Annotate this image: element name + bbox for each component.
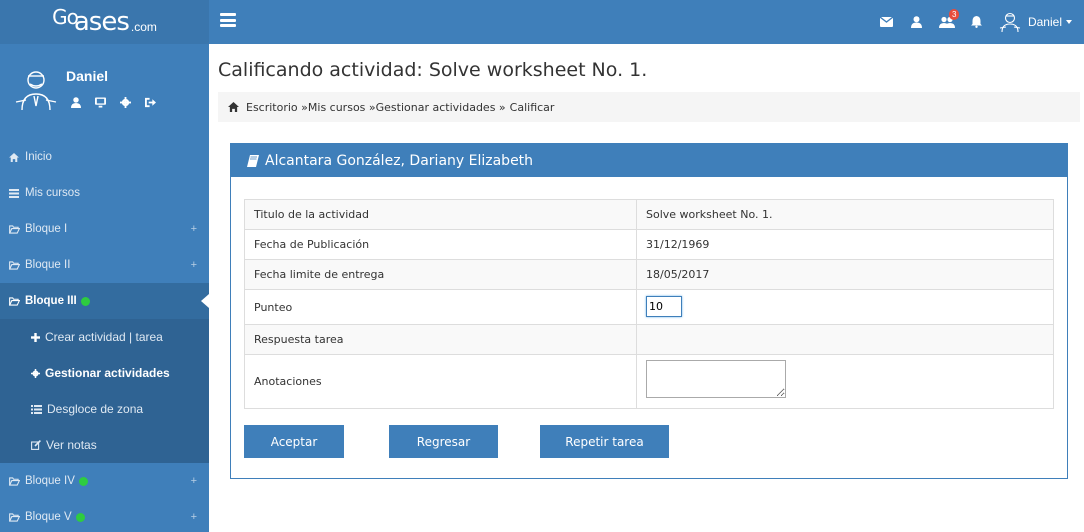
sidebar-item-mis-cursos[interactable]: Mis cursos <box>0 175 209 211</box>
sidebar-subitem-label: Crear actividad | tarea <box>45 330 163 344</box>
sidebar-subitem-gestionar-actividades[interactable]: Gestionar actividades <box>0 355 209 391</box>
avatar <box>15 71 57 111</box>
row-value <box>636 289 1054 325</box>
table-row: Punteo <box>244 289 1054 325</box>
annotations-textarea[interactable] <box>646 359 786 398</box>
row-value: 18/05/2017 <box>636 259 1054 290</box>
expand-icon[interactable]: + <box>191 475 197 487</box>
status-dot <box>75 512 85 522</box>
sidebar-subitem-label: Ver notas <box>46 438 97 452</box>
sidebar-item-label: Inicio <box>25 151 52 163</box>
sidebar-subitem-label: Desgloce de zona <box>47 402 144 416</box>
plus-icon <box>31 332 40 342</box>
sidebar-item-bloque-4[interactable]: Bloque IV + <box>0 463 209 499</box>
user-icon[interactable] <box>902 0 932 44</box>
table-row: Fecha limite de entrega 18/05/2017 <box>244 259 1054 290</box>
table-row: Titulo de la actividad Solve worksheet N… <box>244 199 1054 230</box>
status-dot <box>80 296 90 306</box>
sidebar-item-label: Bloque III <box>25 295 77 307</box>
breadcrumb-current: Calificar <box>509 100 555 114</box>
sidebar-subitem-label: Gestionar actividades <box>45 366 170 380</box>
panel-header: Alcantara González, Dariany Elizabeth <box>231 144 1067 177</box>
menu-toggle-button[interactable] <box>220 13 236 27</box>
folder-open-icon <box>9 296 21 306</box>
status-dot <box>78 476 88 486</box>
accept-button[interactable]: Aceptar <box>244 425 344 458</box>
avatar <box>999 12 1021 33</box>
sidebar-item-label: Mis cursos <box>25 187 80 199</box>
gear-icon <box>31 368 40 378</box>
breadcrumb-gestionar-actividades[interactable]: Gestionar actividades » <box>376 101 506 114</box>
breadcrumb-mis-cursos[interactable]: Mis cursos » <box>308 101 376 114</box>
bell-icon[interactable] <box>962 0 992 44</box>
sidebar-item-bloque-2[interactable]: Bloque II + <box>0 247 209 283</box>
score-input[interactable] <box>646 295 682 317</box>
sidebar-profile: Daniel <box>0 44 209 139</box>
top-navbar: Goases .com 3 Daniel <box>0 0 1084 44</box>
row-value: 31/12/1969 <box>636 229 1054 260</box>
list-icon <box>9 188 21 198</box>
activity-details-table: Titulo de la actividad Solve worksheet N… <box>244 199 1054 409</box>
top-icons: 3 Daniel <box>872 0 1072 44</box>
breadcrumb: Escritorio » Mis cursos » Gestionar acti… <box>218 92 1080 122</box>
user-icon[interactable] <box>70 97 81 108</box>
users-icon[interactable]: 3 <box>932 0 962 44</box>
sidebar-subitem-desgloce-zona[interactable]: Desgloce de zona <box>0 391 209 427</box>
sidebar-item-label: Bloque II <box>25 259 71 271</box>
row-value: Solve worksheet No. 1. <box>636 199 1054 230</box>
desktop-icon[interactable] <box>95 97 106 108</box>
row-label: Fecha limite de entrega <box>244 259 637 290</box>
sidebar-nav: Inicio Mis cursos Bloque I + Bloque II +… <box>0 139 209 532</box>
row-label: Fecha de Publicación <box>244 229 637 260</box>
sidebar-item-bloque-5[interactable]: Bloque V + <box>0 499 209 532</box>
sidebar-item-label: Bloque I <box>25 223 68 235</box>
row-label: Respuesta tarea <box>244 324 637 355</box>
row-label: Anotaciones <box>244 354 637 409</box>
page-title: Calificando actividad: Solve worksheet N… <box>218 59 648 81</box>
expand-icon[interactable]: + <box>191 259 197 271</box>
row-value <box>636 324 1054 355</box>
table-row: Fecha de Publicación 31/12/1969 <box>244 229 1054 260</box>
home-icon <box>9 152 21 162</box>
sidebar: Daniel Inicio Mis cursos Bloque I + Bloq… <box>0 44 209 532</box>
table-row: Respuesta tarea <box>244 324 1054 355</box>
sidebar-subitem-ver-notas[interactable]: Ver notas <box>0 427 209 463</box>
student-name: Alcantara González, Dariany Elizabeth <box>265 152 534 169</box>
folder-open-icon <box>9 476 21 486</box>
user-menu-dropdown[interactable]: Daniel <box>998 10 1072 34</box>
row-label: Punteo <box>244 289 637 325</box>
edit-icon <box>31 440 41 450</box>
folder-open-icon <box>9 260 21 270</box>
profile-shortcuts <box>70 97 156 108</box>
breadcrumb-escritorio[interactable]: Escritorio » <box>246 101 308 114</box>
sidebar-item-bloque-3[interactable]: Bloque III <box>0 283 209 319</box>
book-icon <box>247 154 259 167</box>
profile-name: Daniel <box>66 68 109 84</box>
expand-icon[interactable]: + <box>191 223 197 235</box>
folder-open-icon <box>9 512 21 522</box>
logo-suffix: .com <box>130 20 157 34</box>
list-icon <box>31 404 42 414</box>
repeat-task-button[interactable]: Repetir tarea <box>540 425 669 458</box>
logo[interactable]: Goases .com <box>0 0 209 44</box>
sidebar-item-label: Bloque IV <box>25 475 75 487</box>
logo-text: Goases <box>52 5 130 37</box>
sidebar-item-label: Bloque V <box>25 511 72 523</box>
user-name: Daniel <box>1027 15 1062 29</box>
notifications-badge: 3 <box>948 9 960 20</box>
row-value <box>636 354 1054 409</box>
sidebar-subitem-crear-actividad[interactable]: Crear actividad | tarea <box>0 319 209 355</box>
sidebar-item-inicio[interactable]: Inicio <box>0 139 209 175</box>
chevron-down-icon <box>1066 20 1072 24</box>
logout-icon[interactable] <box>145 97 156 108</box>
envelope-icon[interactable] <box>872 0 902 44</box>
folder-open-icon <box>9 224 21 234</box>
gear-icon[interactable] <box>120 97 131 108</box>
table-row: Anotaciones <box>244 354 1054 409</box>
row-label: Titulo de la actividad <box>244 199 637 230</box>
sidebar-item-bloque-1[interactable]: Bloque I + <box>0 211 209 247</box>
expand-icon[interactable]: + <box>191 511 197 523</box>
back-button[interactable]: Regresar <box>389 425 498 458</box>
home-icon[interactable] <box>228 102 239 112</box>
